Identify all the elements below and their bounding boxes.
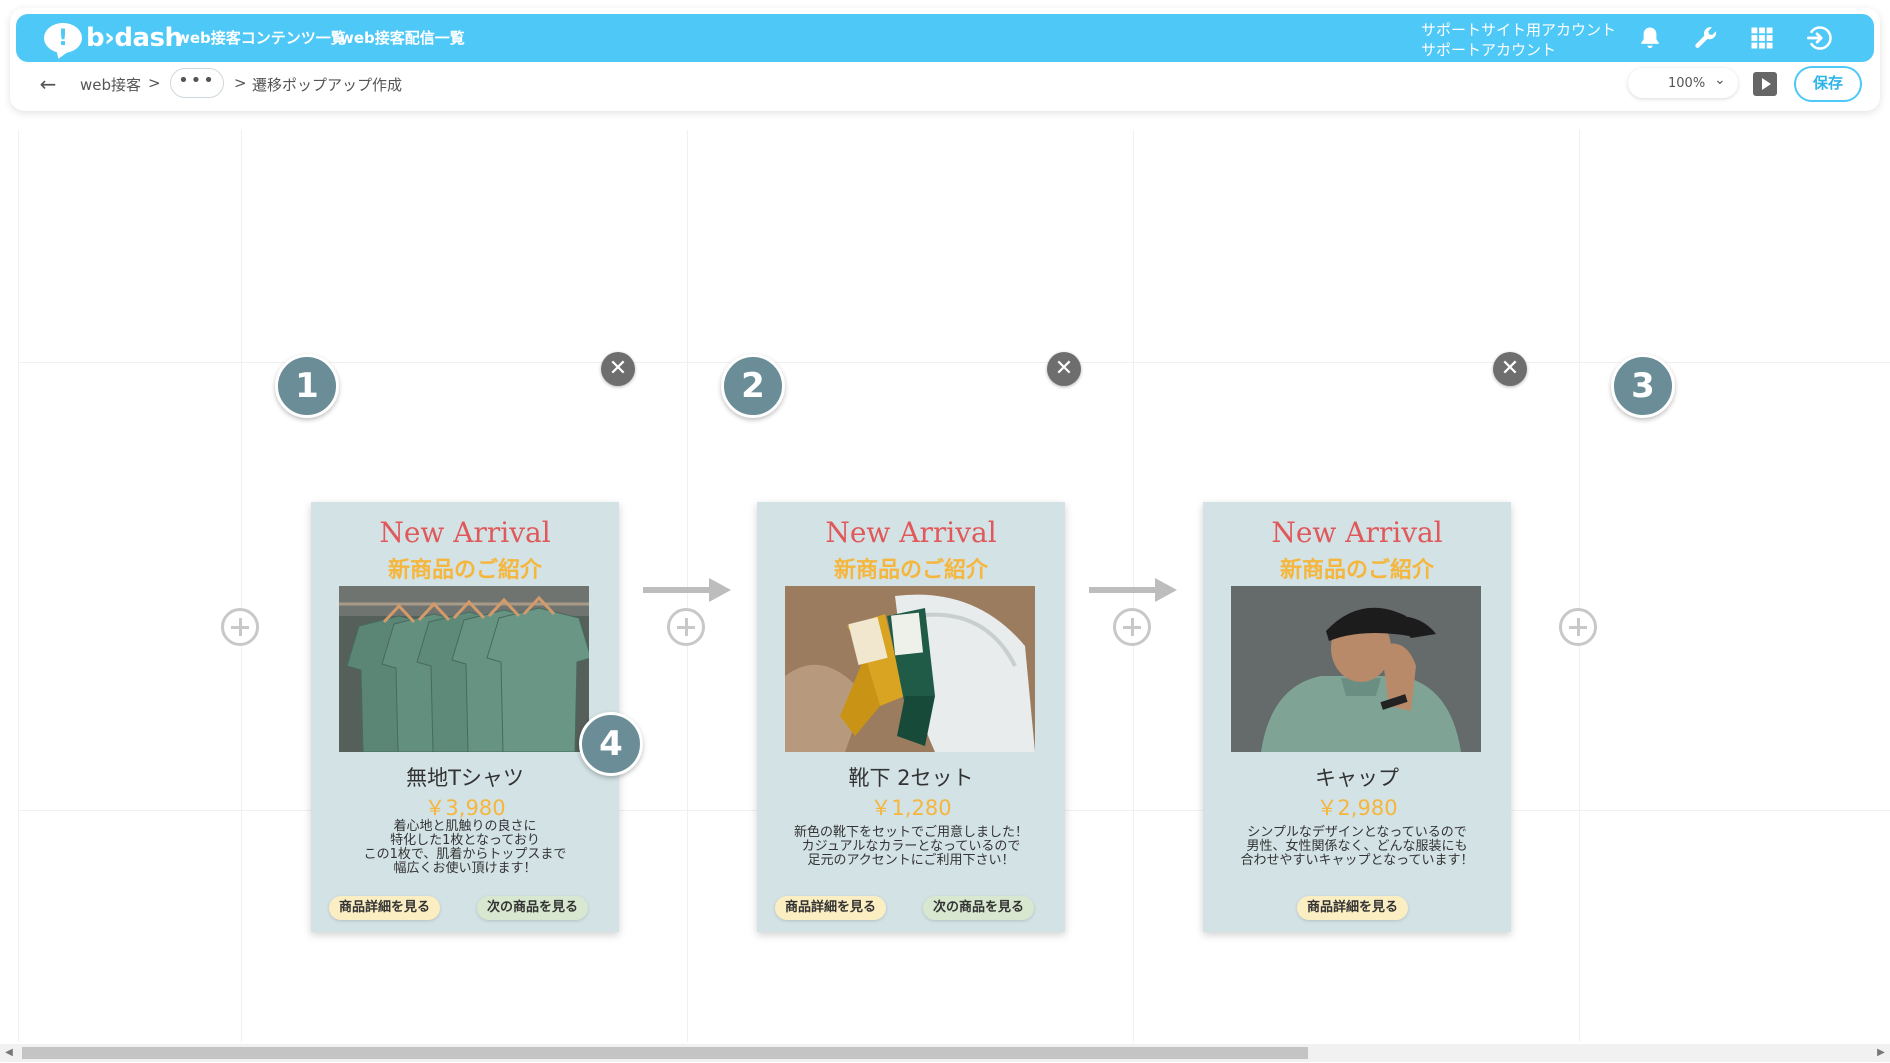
product-name: 靴下 2セット <box>848 766 974 790</box>
scroll-left-icon[interactable]: ◀ <box>2 1046 16 1060</box>
description-line: 幅広くお使い頂けます！ <box>393 861 537 876</box>
grid-line <box>241 130 242 1042</box>
save-button[interactable]: 保存 <box>1794 66 1862 102</box>
zoom-select[interactable]: 100% ⌄ <box>1628 68 1738 98</box>
card-subtitle: 新商品のご紹介 <box>833 558 988 583</box>
flow-arrow-icon <box>643 578 731 602</box>
grid-line <box>1579 130 1580 1042</box>
popup-card[interactable]: New Arrival 新商品のご紹介 靴下 2セット ￥1,280 新色の靴下… <box>757 502 1065 932</box>
horizontal-scrollbar[interactable]: ◀ ▶ <box>0 1044 1890 1062</box>
close-icon[interactable]: ✕ <box>1047 352 1081 386</box>
logo[interactable]: ! b›dash <box>44 22 183 54</box>
card-subtitle: 新商品のご紹介 <box>1279 558 1434 583</box>
back-arrow-icon[interactable]: ← <box>36 72 60 96</box>
detail-button[interactable]: 商品詳細を見る <box>329 896 441 920</box>
next-product-button[interactable]: 次の商品を見る <box>477 896 589 920</box>
flow-arrow-icon <box>1089 578 1177 602</box>
bell-icon[interactable] <box>1636 24 1664 52</box>
card-title: New Arrival <box>379 516 551 549</box>
product-name: キャップ <box>1315 766 1399 790</box>
add-step-button[interactable] <box>667 608 705 646</box>
product-description: 新色の靴下をセットでご用意しました！ カジュアルなカラーとなっているので 足元の… <box>757 826 1065 868</box>
header-card: ! b›dash web接客コンテンツ一覧 web接客配信一覧 サポートサイト用… <box>10 8 1880 111</box>
detail-button[interactable]: 商品詳細を見る <box>1297 896 1409 920</box>
description-line: 着心地と肌触りの良さに <box>393 819 537 834</box>
detail-button[interactable]: 商品詳細を見る <box>775 896 887 920</box>
product-price: ￥3,980 <box>424 796 506 820</box>
card-subtitle: 新商品のご紹介 <box>387 558 542 583</box>
description-line: 合わせやすいキャップとなっています！ <box>1240 853 1474 868</box>
breadcrumb-separator: > <box>234 74 247 92</box>
product-price: ￥1,280 <box>870 796 952 820</box>
product-image-tshirts <box>339 586 589 752</box>
card-title: New Arrival <box>825 516 997 549</box>
popup-card[interactable]: New Arrival 新商品のご紹介 無地Tシャツ ￥3,980 着心地と肌触… <box>311 502 619 932</box>
add-step-button[interactable] <box>1559 608 1597 646</box>
account-user-name: サポートアカウント <box>1421 41 1557 59</box>
description-line: 男性、女性関係なく、どんな服装にも <box>1246 839 1468 854</box>
grid-icon[interactable] <box>1748 24 1776 52</box>
add-step-button[interactable] <box>221 608 259 646</box>
description-line: この1枚で、肌着からトップスまで <box>363 847 567 862</box>
preview-play-icon[interactable] <box>1753 72 1777 96</box>
logout-icon[interactable] <box>1806 24 1834 52</box>
breadcrumb-root[interactable]: web接客 <box>80 74 141 95</box>
description-line: カジュアルなカラーとなっているので <box>801 839 1021 854</box>
next-product-button[interactable]: 次の商品を見る <box>923 896 1035 920</box>
scrollbar-thumb[interactable] <box>22 1047 1308 1059</box>
product-description: シンプルなデザインとなっているので 男性、女性関係なく、どんな服装にも 合わせや… <box>1203 826 1511 868</box>
step-number-badge: 4 <box>579 712 643 776</box>
description-line: 新色の靴下をセットでご用意しました！ <box>793 825 1028 840</box>
product-description: 着心地と肌触りの良さに 特化した1枚となっており この1枚で、肌着からトップスま… <box>311 820 619 876</box>
logo-bubble-icon: ! <box>44 23 82 53</box>
top-nav-bar: ! b›dash web接客コンテンツ一覧 web接客配信一覧 サポートサイト用… <box>16 14 1874 62</box>
page-title: 遷移ポップアップ作成 <box>252 76 403 94</box>
description-line: 特化した1枚となっており <box>390 833 540 848</box>
breadcrumb-separator: > <box>148 74 161 92</box>
account-info[interactable]: サポートサイト用アカウント サポートアカウント <box>1421 20 1616 60</box>
product-name: 無地Tシャツ <box>406 766 524 790</box>
product-image-socks <box>785 586 1035 752</box>
chevron-down-icon: ⌄ <box>1714 72 1726 88</box>
add-step-button[interactable] <box>1113 608 1151 646</box>
nav-delivery-list[interactable]: web接客配信一覧 <box>340 14 465 62</box>
close-icon[interactable]: ✕ <box>601 352 635 386</box>
card-title: New Arrival <box>1271 516 1443 549</box>
breadcrumb-ellipsis-button[interactable]: ••• <box>170 68 224 98</box>
product-image-cap <box>1231 586 1481 752</box>
close-icon[interactable]: ✕ <box>1493 352 1527 386</box>
account-site-name: サポートサイト用アカウント <box>1421 21 1617 39</box>
popup-card[interactable]: New Arrival 新商品のご紹介 キャップ ￥2,980 シンプルなデザイ… <box>1203 502 1511 932</box>
step-number-badge: 3 <box>1611 354 1675 418</box>
logo-text: b›dash <box>86 23 183 53</box>
description-line: 足元のアクセントにご利用下さい！ <box>807 853 1015 868</box>
description-line: シンプルなデザインとなっているので <box>1247 825 1467 840</box>
scroll-right-icon[interactable]: ▶ <box>1874 1046 1888 1060</box>
zoom-value: 100% <box>1668 76 1706 91</box>
nav-content-list[interactable]: web接客コンテンツ一覧 <box>176 14 346 62</box>
product-price: ￥2,980 <box>1316 796 1398 820</box>
flow-canvas[interactable]: New Arrival 新商品のご紹介 無地Tシャツ ￥3,980 着心地と肌触… <box>18 130 1890 1042</box>
sub-toolbar: ← web接客 > ••• > 遷移ポップアップ作成 100% ⌄ 保存 <box>10 64 1880 108</box>
step-number-badge: 1 <box>275 354 339 418</box>
wrench-icon[interactable] <box>1692 24 1720 52</box>
step-number-badge: 2 <box>721 354 785 418</box>
